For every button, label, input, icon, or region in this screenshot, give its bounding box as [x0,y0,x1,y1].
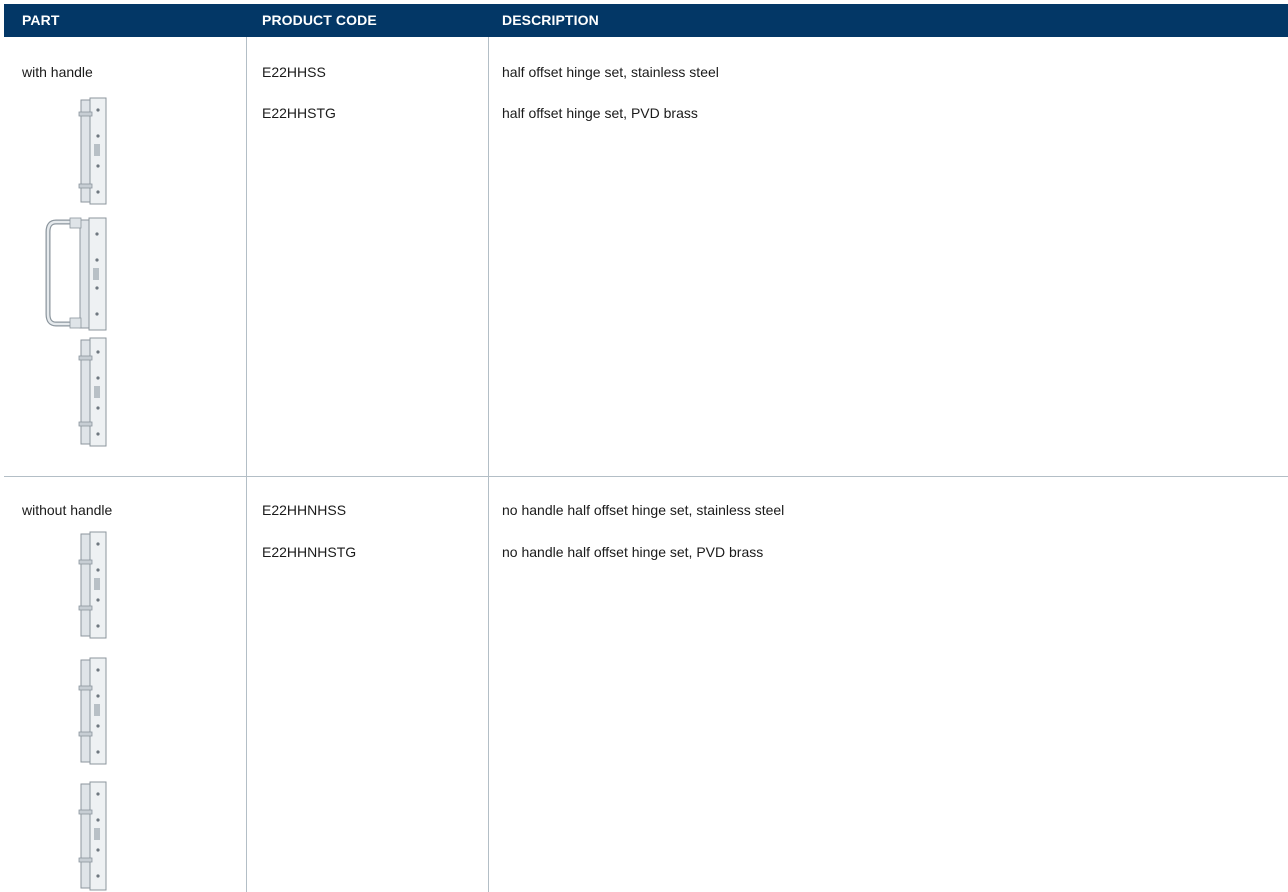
table-header: PART PRODUCT CODE DESCRIPTION [4,4,1288,37]
col-header-product-code: PRODUCT CODE [262,12,377,28]
product-code: E22HHNHSS [262,502,347,518]
product-code: E22HHNHSTG [262,544,357,560]
hinge-with-handle-icon [45,217,107,331]
column-divider [488,37,489,892]
part-label: with handle [22,64,93,80]
product-code: E22HHSTG [262,105,336,121]
hinge-icon [78,97,107,205]
hinge-icon [78,781,107,891]
hinge-icon [78,531,107,639]
hinge-icon [78,657,107,765]
product-code: E22HHSS [262,64,326,80]
col-header-description: DESCRIPTION [502,12,599,28]
column-divider [246,37,247,892]
col-header-part: PART [22,12,60,28]
hinge-icon [78,337,107,447]
row-divider [4,476,1288,477]
part-label: without handle [22,502,113,518]
description: half offset hinge set, PVD brass [502,105,698,121]
description: no handle half offset hinge set, stainle… [502,502,785,518]
description: no handle half offset hinge set, PVD bra… [502,544,764,560]
description: half offset hinge set, stainless steel [502,64,719,80]
